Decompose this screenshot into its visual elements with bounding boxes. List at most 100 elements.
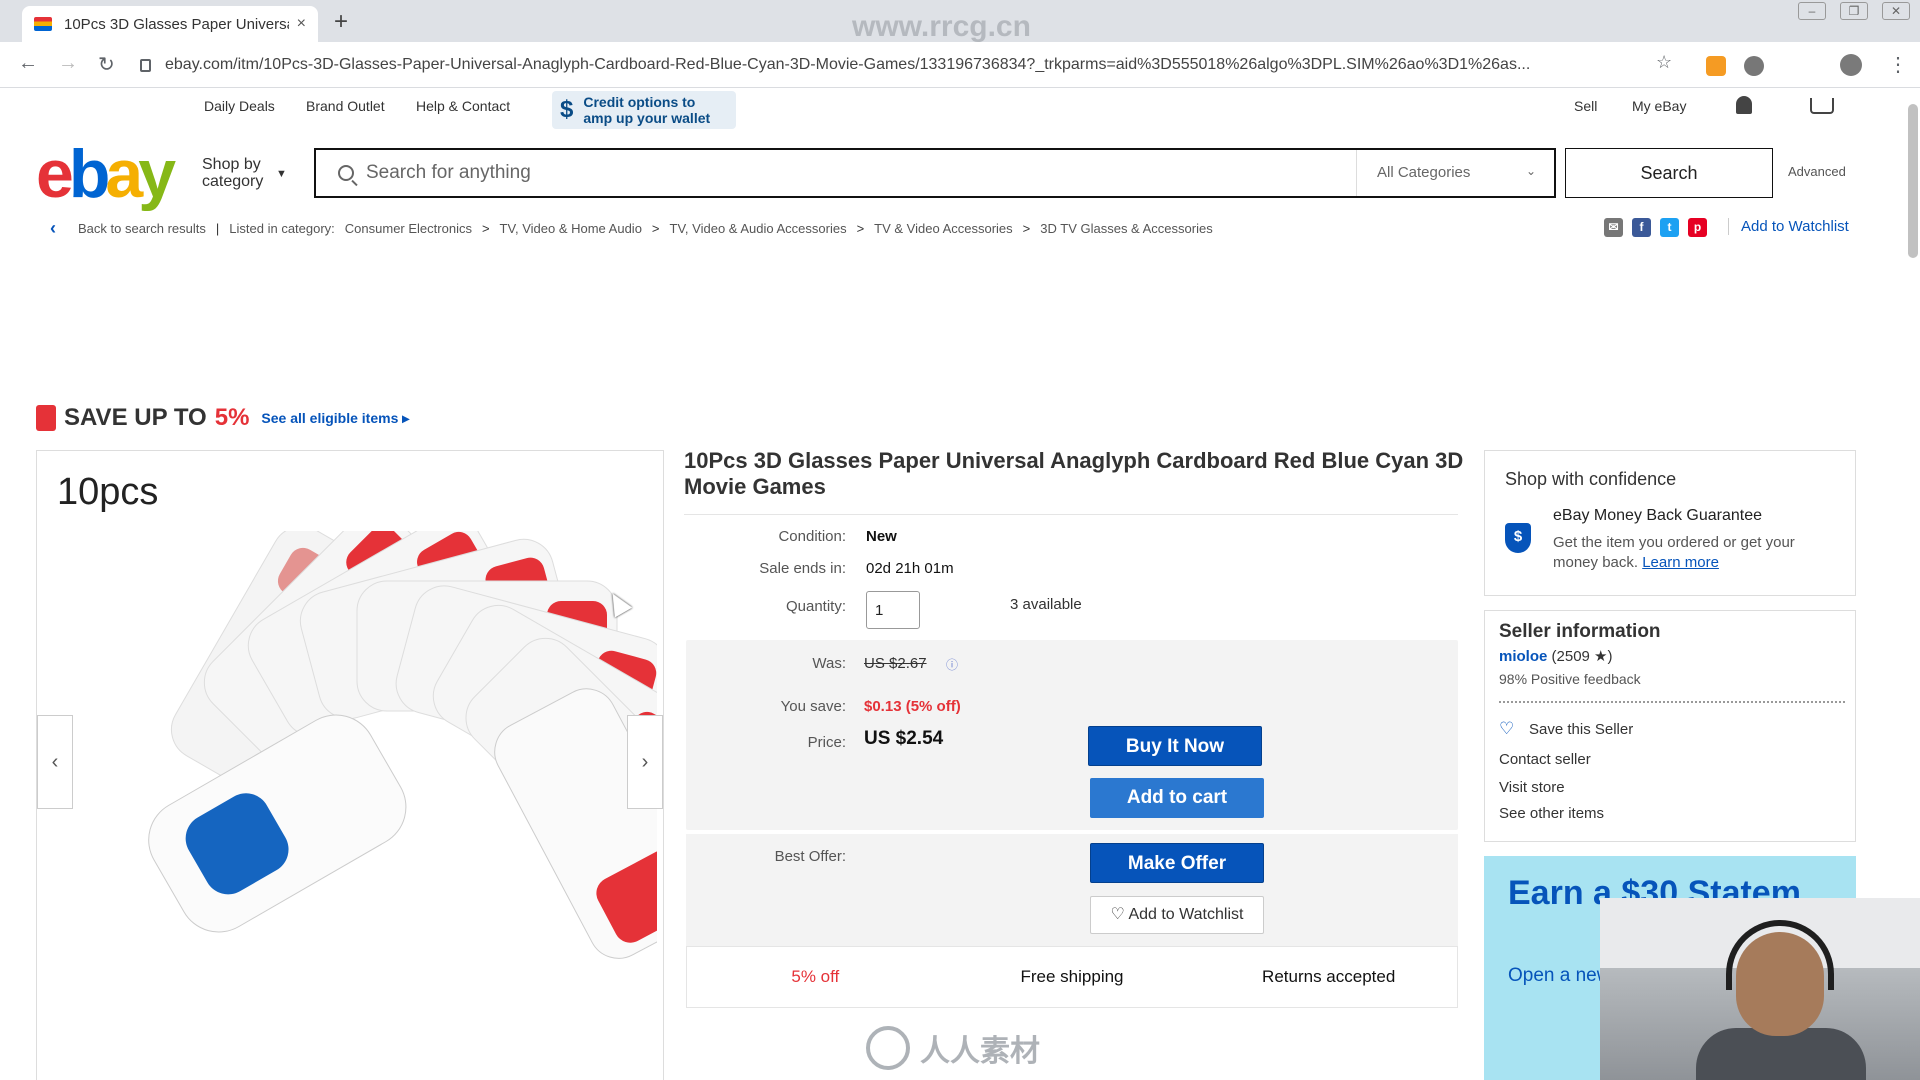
- see-other-items-link[interactable]: See other items: [1499, 805, 1604, 822]
- was-label: Was:: [812, 655, 846, 672]
- menu-kebab-icon[interactable]: ⋮: [1888, 52, 1908, 77]
- divider: [684, 514, 1458, 515]
- guarantee-title: eBay Money Back Guarantee: [1553, 507, 1763, 524]
- seller-name-link[interactable]: mioloe: [1499, 648, 1547, 665]
- save-up-banner: SAVE UP TO 5% See all eligible items ▸: [36, 404, 409, 432]
- 3d-glasses-product-image: [148, 531, 657, 959]
- see-all-eligible-link[interactable]: See all eligible items ▸: [261, 410, 409, 427]
- credit-line-2: amp up your wallet: [583, 110, 711, 126]
- best-offer-label: Best Offer:: [774, 848, 846, 865]
- reload-icon[interactable]: ↻: [98, 52, 115, 77]
- breadcrumb-item[interactable]: TV, Video & Audio Accessories: [670, 221, 847, 236]
- browser-tab[interactable]: 10Pcs 3D Glasses Paper Universa ×: [22, 6, 318, 42]
- seller-feedback: 98% Positive feedback: [1499, 671, 1641, 687]
- facebook-icon[interactable]: f: [1632, 218, 1651, 237]
- visit-store-link[interactable]: Visit store: [1499, 779, 1565, 796]
- bookmark-star-icon[interactable]: ☆: [1656, 52, 1672, 73]
- extension-puzzle-icon[interactable]: [1744, 56, 1764, 76]
- divider: [1499, 701, 1845, 703]
- daily-deals-link[interactable]: Daily Deals: [204, 98, 275, 114]
- back-to-results-link[interactable]: Back to search results: [78, 221, 206, 236]
- twitter-icon[interactable]: t: [1660, 218, 1679, 237]
- forward-arrow-icon[interactable]: →: [58, 52, 78, 75]
- info-icon[interactable]: ⓘ: [946, 656, 958, 673]
- ebay-logo[interactable]: ebay: [36, 140, 176, 208]
- gallery-prev-button[interactable]: ‹: [37, 715, 73, 809]
- back-chevron-icon[interactable]: ‹: [50, 218, 56, 239]
- chevron-down-icon: ▼: [276, 168, 287, 180]
- chevron-down-icon: ⌄: [1525, 164, 1536, 178]
- buy-it-now-button[interactable]: Buy It Now: [1088, 726, 1262, 766]
- credit-options-banner[interactable]: $ Credit options to amp up your wallet: [552, 91, 736, 129]
- perk-discount: 5% off: [791, 967, 840, 986]
- search-button[interactable]: Search: [1565, 148, 1773, 198]
- price-value: US $2.54: [864, 728, 944, 749]
- shop-by-category-button[interactable]: Shop by category ▼: [202, 156, 287, 190]
- shopping-cart-icon[interactable]: [1810, 98, 1834, 114]
- save-seller-link[interactable]: Save this Seller: [1529, 721, 1633, 738]
- gallery-next-button[interactable]: ›: [627, 715, 663, 809]
- pinterest-icon[interactable]: p: [1688, 218, 1707, 237]
- sale-ends-label: Sale ends in:: [759, 560, 846, 577]
- shop-with-confidence-panel: Shop with confidence $ eBay Money Back G…: [1484, 450, 1856, 596]
- shield-icon: $: [1505, 523, 1531, 553]
- available-count: 3 available: [1010, 596, 1082, 613]
- quantity-input[interactable]: 1: [866, 591, 920, 629]
- price-label: Price:: [807, 734, 846, 751]
- close-window-icon[interactable]: ✕: [1882, 2, 1910, 20]
- price-tag-icon: [36, 405, 56, 431]
- watchlist-button[interactable]: ♡ Add to Watchlist: [1090, 896, 1264, 934]
- category-select[interactable]: All Categories ⌄: [1356, 150, 1554, 196]
- lock-icon: [140, 58, 151, 72]
- listed-in-label: Listed in category:: [229, 221, 335, 236]
- minimize-icon[interactable]: –: [1798, 2, 1826, 20]
- browser-tabbar: 10Pcs 3D Glasses Paper Universa × + www.…: [0, 0, 1920, 43]
- search-input[interactable]: [366, 162, 1346, 184]
- watermark-url: www.rrcg.cn: [852, 10, 1031, 43]
- profile-avatar-icon[interactable]: [1840, 54, 1862, 76]
- add-to-cart-button[interactable]: Add to cart: [1090, 778, 1264, 818]
- perk-shipping: Free shipping: [1020, 967, 1124, 986]
- seller-heading: Seller information: [1499, 621, 1661, 642]
- sale-ends-value: 02d 21h 01m: [866, 560, 954, 577]
- email-share-icon[interactable]: ✉: [1604, 218, 1623, 237]
- ebay-favicon-icon: [34, 17, 52, 31]
- dollar-icon: $: [560, 96, 574, 123]
- learn-more-link[interactable]: Learn more: [1642, 554, 1719, 571]
- close-tab-icon[interactable]: ×: [297, 15, 306, 33]
- contact-seller-link[interactable]: Contact seller: [1499, 751, 1591, 768]
- image-label: 10pcs: [57, 471, 159, 513]
- back-arrow-icon[interactable]: ←: [18, 52, 38, 75]
- confidence-heading: Shop with confidence: [1505, 469, 1677, 489]
- ebay-top-nav: Daily Deals Brand Outlet Help & Contact …: [0, 88, 1920, 129]
- my-ebay-link[interactable]: My eBay: [1632, 98, 1686, 114]
- search-bar: All Categories ⌄: [314, 148, 1556, 198]
- address-bar[interactable]: ebay.com/itm/10Pcs-3D-Glasses-Paper-Univ…: [140, 48, 1660, 82]
- webcam-overlay: [1600, 898, 1920, 1080]
- perks-bar: 5% off Free shipping Returns accepted: [686, 946, 1458, 1008]
- heart-icon[interactable]: ♡: [1499, 719, 1514, 739]
- advanced-search-link[interactable]: Advanced: [1788, 164, 1846, 179]
- new-tab-button[interactable]: +: [334, 8, 348, 36]
- perk-returns: Returns accepted: [1262, 967, 1396, 986]
- sell-link[interactable]: Sell: [1574, 98, 1597, 114]
- extension-icon[interactable]: [1706, 56, 1726, 76]
- breadcrumb-item[interactable]: 3D TV Glasses & Accessories: [1040, 221, 1212, 236]
- product-image-gallery[interactable]: 10pcs ‹ ›: [36, 450, 664, 1080]
- breadcrumb-item[interactable]: Consumer Electronics: [345, 221, 472, 236]
- breadcrumb-item[interactable]: TV, Video & Home Audio: [500, 221, 642, 236]
- breadcrumb: ‹ Back to search results | Listed in cat…: [50, 218, 1213, 239]
- help-contact-link[interactable]: Help & Contact: [416, 98, 510, 114]
- was-price: US $2.67: [864, 655, 927, 672]
- browser-toolbar: ← → ↻ ebay.com/itm/10Pcs-3D-Glasses-Pape…: [0, 42, 1920, 88]
- page-scrollbar[interactable]: [1908, 104, 1918, 258]
- brand-outlet-link[interactable]: Brand Outlet: [306, 98, 385, 114]
- make-offer-button[interactable]: Make Offer: [1090, 843, 1264, 883]
- watermark-logo: 人人素材: [866, 1026, 1040, 1070]
- breadcrumb-item[interactable]: TV & Video Accessories: [874, 221, 1013, 236]
- add-to-watchlist-link[interactable]: Add to Watchlist: [1728, 218, 1849, 235]
- page: 10Pcs 3D Glasses Paper Universa × + www.…: [0, 0, 1920, 1080]
- condition-label: Condition:: [778, 528, 846, 545]
- notification-bell-icon[interactable]: [1736, 96, 1752, 114]
- restore-icon[interactable]: ❐: [1840, 2, 1868, 20]
